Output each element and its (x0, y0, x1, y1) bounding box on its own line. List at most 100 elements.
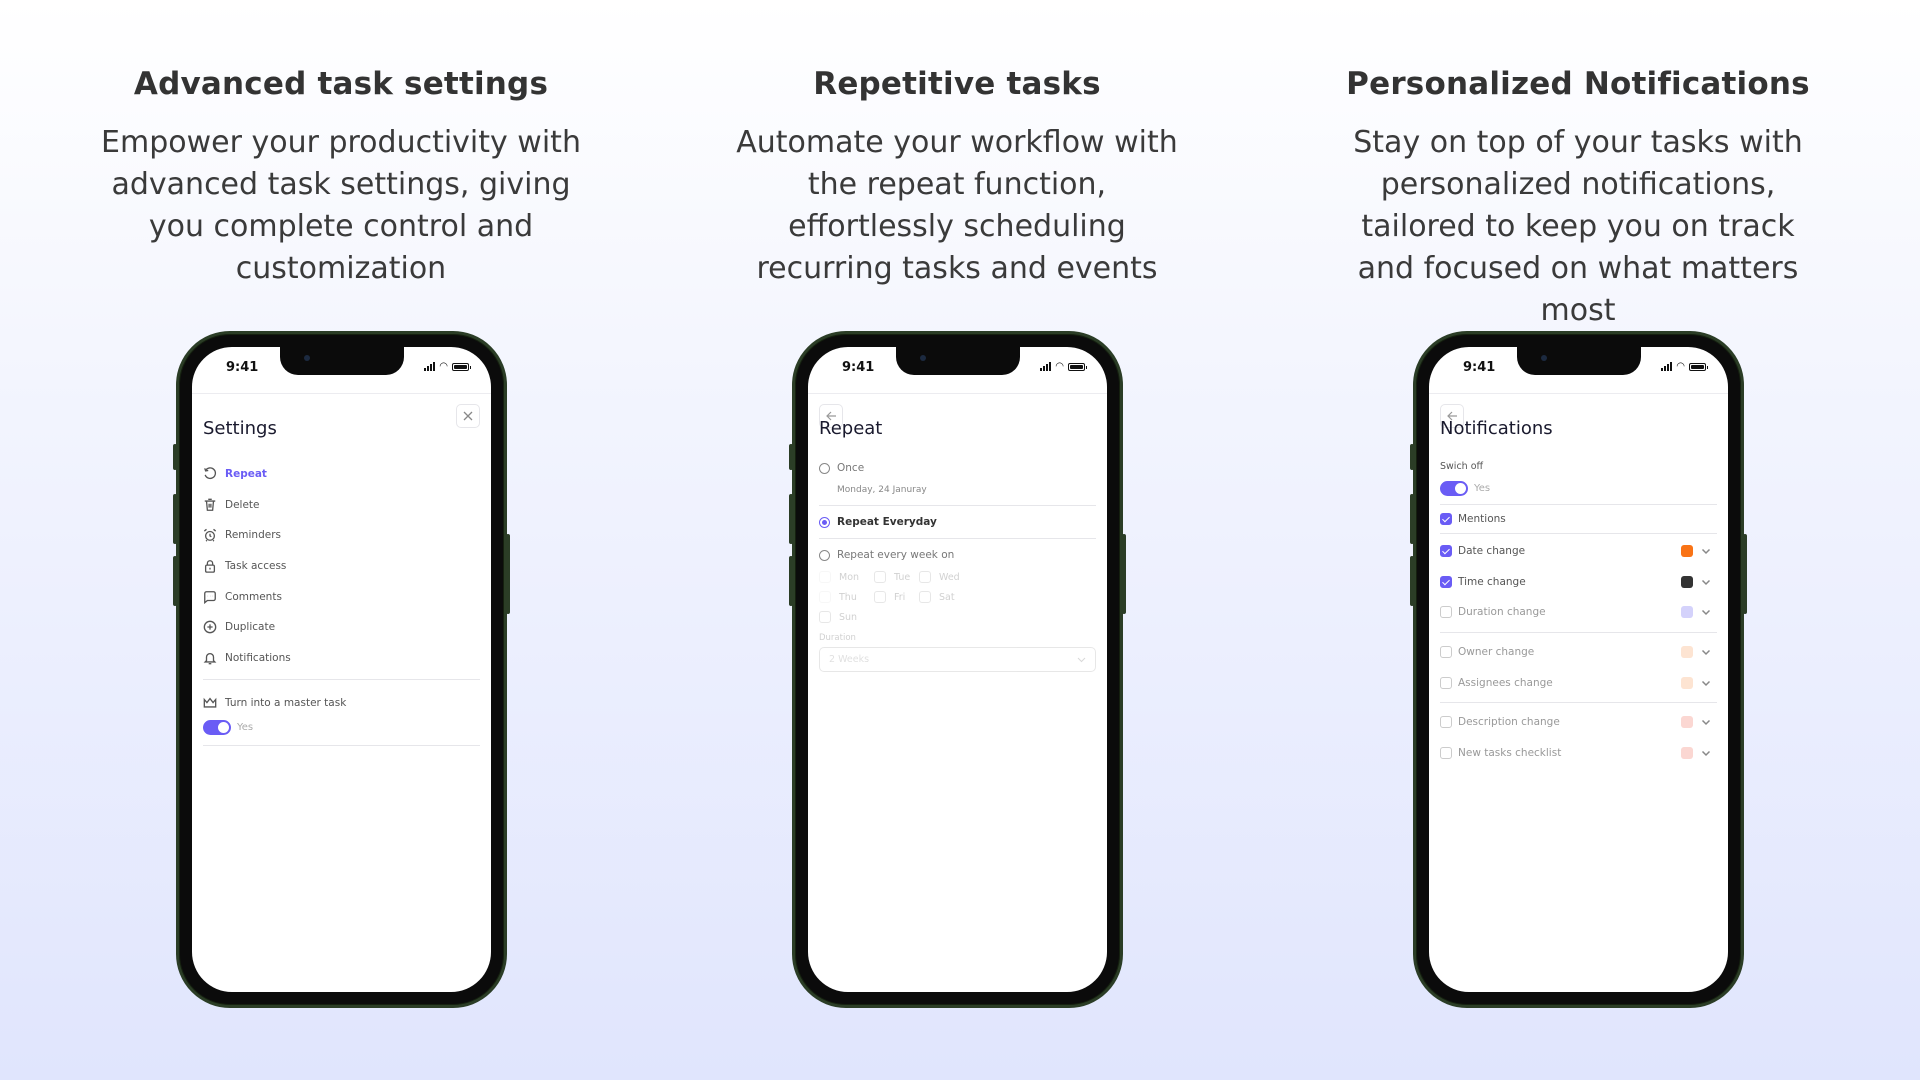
notif-checkbox[interactable] (1440, 676, 1452, 689)
crown-icon (203, 698, 217, 709)
menu-item-duplicate[interactable]: Duplicate (203, 612, 480, 643)
notif-row-mentions[interactable]: Mentions (1440, 505, 1717, 533)
mentions-checkbox[interactable] (1440, 513, 1452, 525)
wifi-icon: ◠ (439, 361, 448, 372)
day-sun[interactable]: Sun (819, 611, 874, 623)
menu-item-comments[interactable]: Comments (203, 581, 480, 612)
notif-row[interactable]: Description change (1440, 707, 1717, 738)
phone-side-button (1410, 444, 1414, 470)
day-checkbox[interactable] (919, 591, 931, 603)
menu-item-repeat[interactable]: Repeat (203, 459, 480, 490)
repeat-icon (204, 467, 217, 480)
day-wed[interactable]: Wed (919, 571, 964, 583)
feature-description: Stay on top of your tasks with personali… (1353, 125, 1803, 328)
chevron-down-icon (1077, 657, 1086, 662)
switch-off-row: Yes (1440, 480, 1717, 496)
color-swatch[interactable] (1681, 676, 1693, 689)
day-checkbox[interactable] (819, 571, 831, 583)
phone-side-button (506, 534, 510, 614)
switch-off-label: Swich off (1440, 461, 1484, 472)
option-label: Once (837, 462, 865, 474)
notif-row[interactable]: Time change (1440, 567, 1717, 598)
option-once[interactable]: Once (819, 462, 1096, 474)
option-weekly[interactable]: Repeat every week on (819, 549, 1096, 561)
divider (203, 744, 480, 746)
day-checkbox[interactable] (874, 571, 886, 583)
chevron-down-icon[interactable] (1701, 748, 1711, 758)
radio-everyday[interactable] (819, 516, 830, 528)
option-everyday[interactable]: Repeat Everyday (819, 516, 1096, 528)
color-swatch[interactable] (1681, 646, 1693, 659)
notif-row[interactable]: Assignees change (1440, 667, 1717, 698)
menu-item-label: Task access (225, 560, 287, 573)
notif-label: Assignees change (1458, 676, 1553, 689)
menu-item-reminders[interactable]: Reminders (203, 520, 480, 551)
notif-checkbox[interactable] (1440, 606, 1452, 619)
lock-icon (204, 560, 216, 573)
notif-label: Mentions (1458, 513, 1506, 525)
color-swatch[interactable] (1681, 575, 1693, 588)
notif-row[interactable]: New tasks checklist (1440, 738, 1717, 769)
color-swatch[interactable] (1681, 606, 1693, 619)
notif-label: Date change (1458, 545, 1526, 558)
camera (919, 355, 926, 361)
notif-checkbox[interactable] (1440, 746, 1452, 759)
notif-row[interactable]: Date change (1440, 536, 1717, 567)
duration-value: 2 Weeks (829, 654, 870, 665)
day-label: Wed (939, 571, 960, 583)
chevron-down-icon[interactable] (1701, 607, 1711, 617)
color-swatch[interactable] (1681, 545, 1693, 558)
phone-mockup-notifications: 9:41 ◠ Notifications Swich off Yes Menti… (1410, 331, 1747, 1008)
notif-checkbox[interactable] (1440, 575, 1452, 588)
master-task-toggle[interactable] (203, 720, 231, 736)
day-label: Thu (839, 591, 857, 603)
day-thu[interactable]: Thu (819, 591, 874, 603)
day-mon[interactable]: Mon (819, 571, 874, 583)
phone-side-button (789, 556, 793, 606)
chevron-down-icon[interactable] (1701, 546, 1711, 556)
status-time: 9:41 (842, 360, 875, 375)
menu-item-task-access[interactable]: Task access (203, 551, 480, 582)
notif-row[interactable]: Owner change (1440, 637, 1717, 668)
day-checkbox[interactable] (819, 591, 831, 603)
signal-icon (1661, 362, 1673, 371)
day-checkbox[interactable] (919, 571, 931, 583)
day-checkbox[interactable] (819, 611, 831, 623)
wifi-icon: ◠ (1676, 361, 1685, 372)
feature-description: Automate your workflow with the repeat f… (736, 125, 1178, 286)
notif-checkbox[interactable] (1440, 646, 1452, 659)
notif-row[interactable]: Duration change (1440, 597, 1717, 628)
color-swatch[interactable] (1681, 716, 1693, 729)
day-sat[interactable]: Sat (919, 591, 964, 603)
notif-checkbox[interactable] (1440, 545, 1452, 558)
chevron-down-icon[interactable] (1701, 647, 1711, 657)
day-fri[interactable]: Fri (874, 591, 919, 603)
phone-screen: 9:41 ◠ Settings Repeat Delete Reminders … (192, 347, 491, 992)
day-label: Mon (839, 571, 860, 583)
menu-item-delete[interactable]: Delete (203, 490, 480, 521)
day-checkbox[interactable] (874, 591, 886, 603)
color-swatch[interactable] (1681, 746, 1693, 759)
chevron-down-icon[interactable] (1701, 678, 1711, 688)
page-title: Repeat (819, 418, 883, 439)
phone-side-button (173, 494, 177, 544)
switch-off-toggle[interactable] (1440, 480, 1468, 496)
notif-checkbox[interactable] (1440, 716, 1452, 729)
master-task-toggle-row: Yes (203, 719, 480, 737)
toggle-label: Yes (237, 722, 254, 734)
radio-weekly[interactable] (819, 549, 830, 561)
status-time: 9:41 (1463, 360, 1496, 375)
radio-once[interactable] (819, 462, 830, 474)
close-button[interactable] (456, 404, 480, 428)
notification-settings: Swich off Yes Mentions Date change Time c… (1440, 461, 1717, 768)
menu-item-notifications[interactable]: Notifications (203, 643, 480, 674)
day-tue[interactable]: Tue (874, 571, 919, 583)
battery-icon (452, 362, 471, 371)
bell-icon (203, 652, 217, 665)
notif-label: New tasks checklist (1458, 746, 1562, 759)
chevron-down-icon[interactable] (1701, 717, 1711, 727)
duration-select[interactable]: 2 Weeks (819, 647, 1096, 672)
chevron-down-icon[interactable] (1701, 577, 1711, 587)
menu-item-master-task[interactable]: Turn into a master task (203, 688, 480, 719)
alarm-icon (203, 529, 217, 543)
